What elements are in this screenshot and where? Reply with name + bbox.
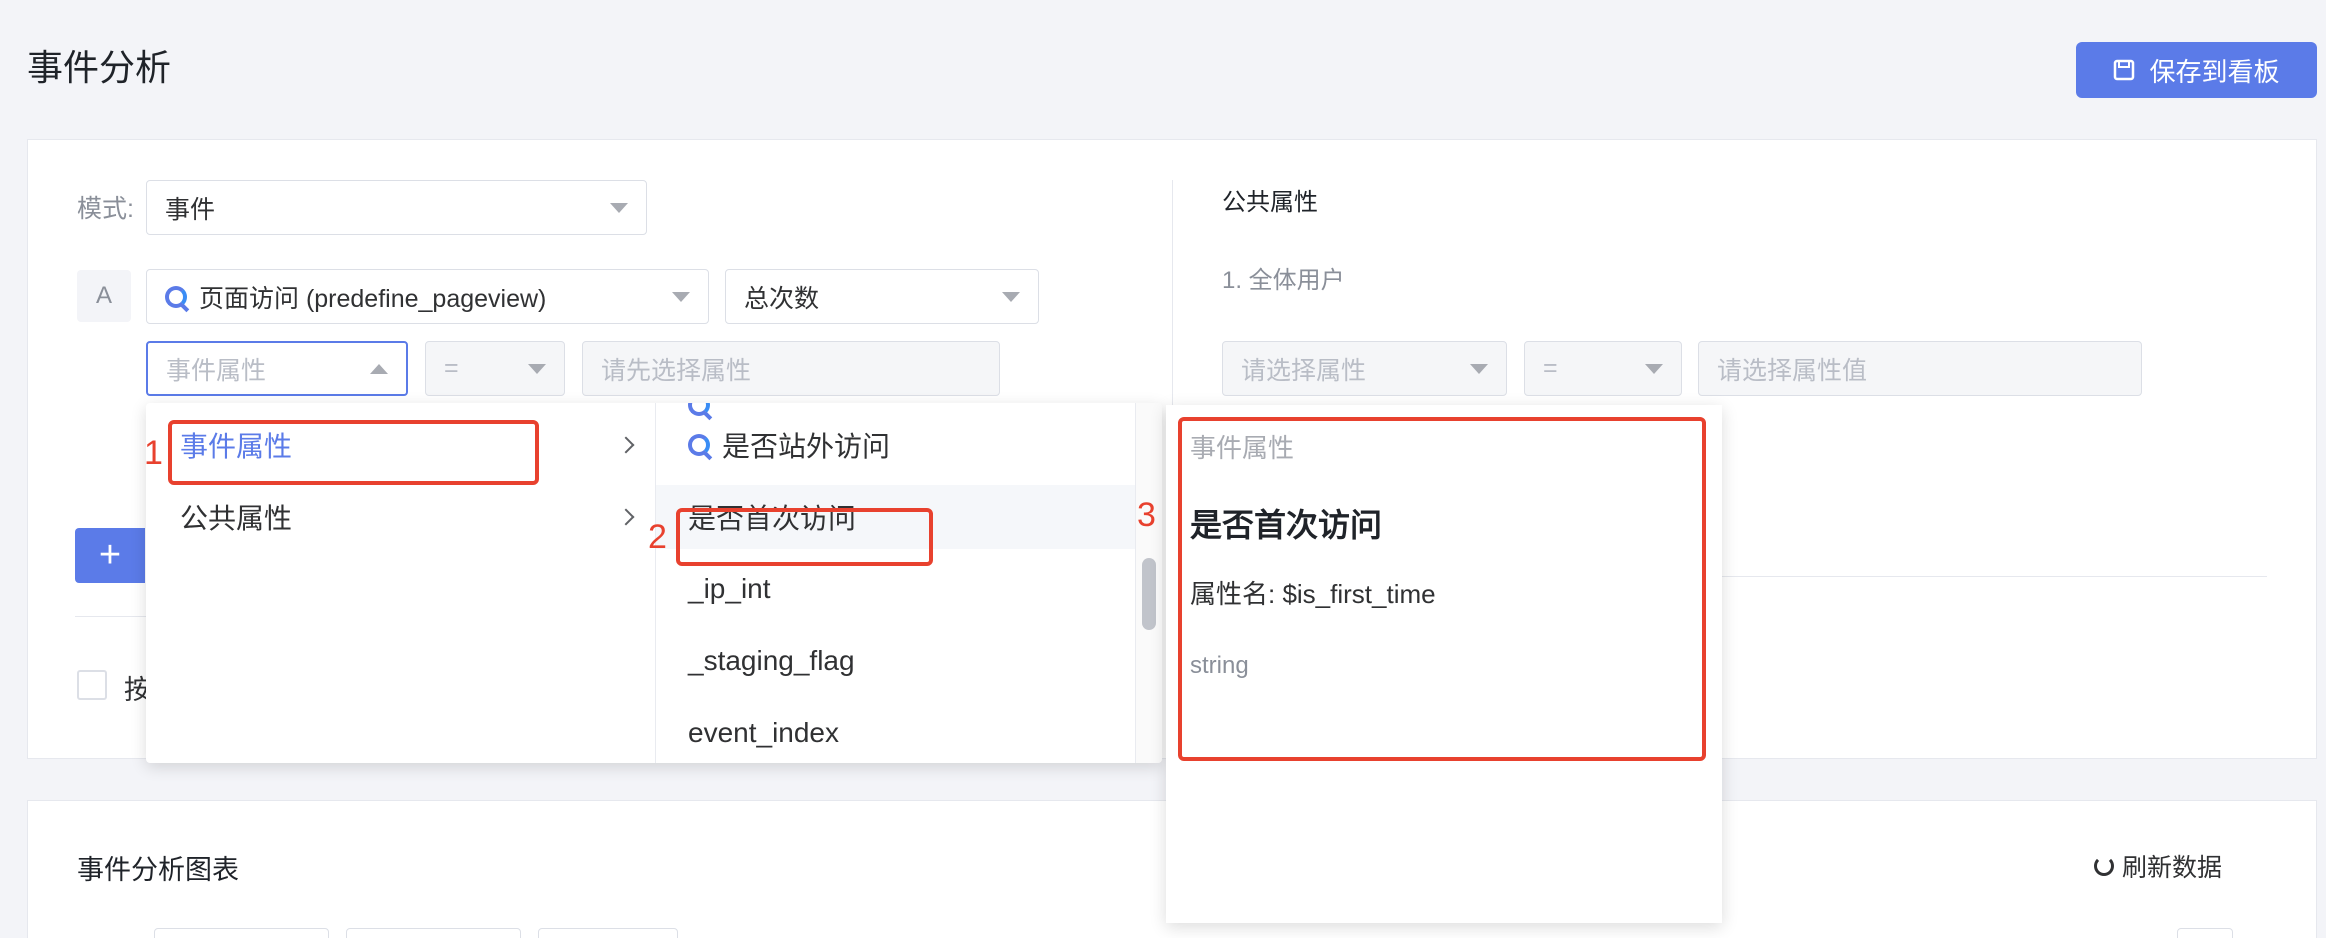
public-properties-title: 公共属性 [1222, 189, 1318, 216]
chevron-down-icon [1002, 291, 1020, 302]
operator-value: = [444, 354, 459, 382]
event-row-badge: A [77, 270, 131, 322]
chevron-down-icon [672, 291, 690, 302]
refresh-label: 刷新数据 [2122, 854, 2223, 882]
property-label: _ip_int [688, 573, 771, 604]
chevron-down-icon [1470, 363, 1488, 374]
event-property-placeholder: 事件属性 [166, 356, 267, 385]
public-property-placeholder: 请选择属性 [1241, 356, 1367, 385]
add-event-button[interactable]: + [75, 528, 145, 583]
public-operator-select[interactable]: = [1524, 341, 1682, 396]
metric-select[interactable]: 总次数 [725, 269, 1039, 324]
user-group-label: 1. 全体用户 [1222, 267, 1345, 294]
public-value-placeholder: 请选择属性值 [1717, 356, 1868, 385]
save-icon [2114, 59, 2135, 81]
chevron-down-icon [1645, 363, 1663, 374]
property-value-placeholder: 请先选择属性 [601, 356, 752, 385]
mode-label: 模式: [77, 195, 134, 223]
refresh-data-button[interactable]: 刷新数据 [2094, 848, 2222, 884]
chart-control[interactable] [154, 928, 329, 938]
property-item[interactable]: event_index [656, 701, 1135, 763]
event-property-select[interactable]: 事件属性 [146, 341, 408, 396]
property-item[interactable]: _staging_flag [656, 629, 1135, 693]
property-item[interactable]: 是否站外访问 [656, 413, 1135, 477]
annotation-box-3 [1178, 417, 1706, 761]
refresh-icon [2094, 856, 2114, 876]
annotation-number-3: 3 [1137, 496, 1156, 534]
chevron-right-icon [617, 436, 635, 454]
mode-select[interactable]: 事件 [146, 180, 647, 235]
chevron-up-icon [370, 363, 388, 374]
mode-select-value: 事件 [165, 195, 216, 224]
property-item[interactable]: _ip_int [656, 557, 1135, 621]
scrollbar-thumb[interactable] [1142, 558, 1156, 630]
chevron-down-icon [528, 363, 546, 374]
public-property-select[interactable]: 请选择属性 [1222, 341, 1507, 396]
annotation-box-2 [676, 508, 933, 566]
chevron-down-icon [610, 202, 628, 213]
category-label: 公共属性 [180, 503, 293, 534]
property-value-input[interactable]: 请先选择属性 [582, 341, 1000, 396]
public-operator-value: = [1543, 354, 1558, 382]
chart-control[interactable] [2177, 928, 2233, 938]
annotation-number-1: 1 [144, 434, 163, 472]
chart-control[interactable] [538, 928, 678, 938]
event-select[interactable]: 页面访问 (predefine_pageview) [146, 269, 709, 324]
property-label: 是否站外访问 [722, 431, 891, 462]
event-select-value: 页面访问 (predefine_pageview) [199, 284, 547, 313]
property-label: event_index [688, 717, 840, 748]
chart-title: 事件分析图表 [77, 855, 239, 885]
group-by-checkbox[interactable] [77, 670, 107, 700]
annotation-number-2: 2 [648, 518, 667, 556]
metric-select-value: 总次数 [744, 284, 820, 313]
save-button-label: 保存到看板 [2149, 56, 2280, 87]
divider [75, 616, 155, 617]
property-label: _staging_flag [688, 645, 855, 676]
annotation-box-1 [168, 420, 539, 485]
operator-select[interactable]: = [425, 341, 565, 396]
event-type-icon [688, 434, 710, 456]
save-to-dashboard-button[interactable]: 保存到看板 [2076, 42, 2317, 98]
property-list-column: 是否站外访问 是否首次访问 _ip_int _staging_flag even… [656, 403, 1136, 763]
category-public-properties[interactable]: 公共属性 [146, 485, 656, 549]
chevron-right-icon [617, 508, 635, 526]
event-type-icon [165, 285, 187, 308]
page-title: 事件分析 [27, 47, 172, 88]
chart-control[interactable] [346, 928, 521, 938]
public-value-input[interactable]: 请选择属性值 [1698, 341, 2142, 396]
